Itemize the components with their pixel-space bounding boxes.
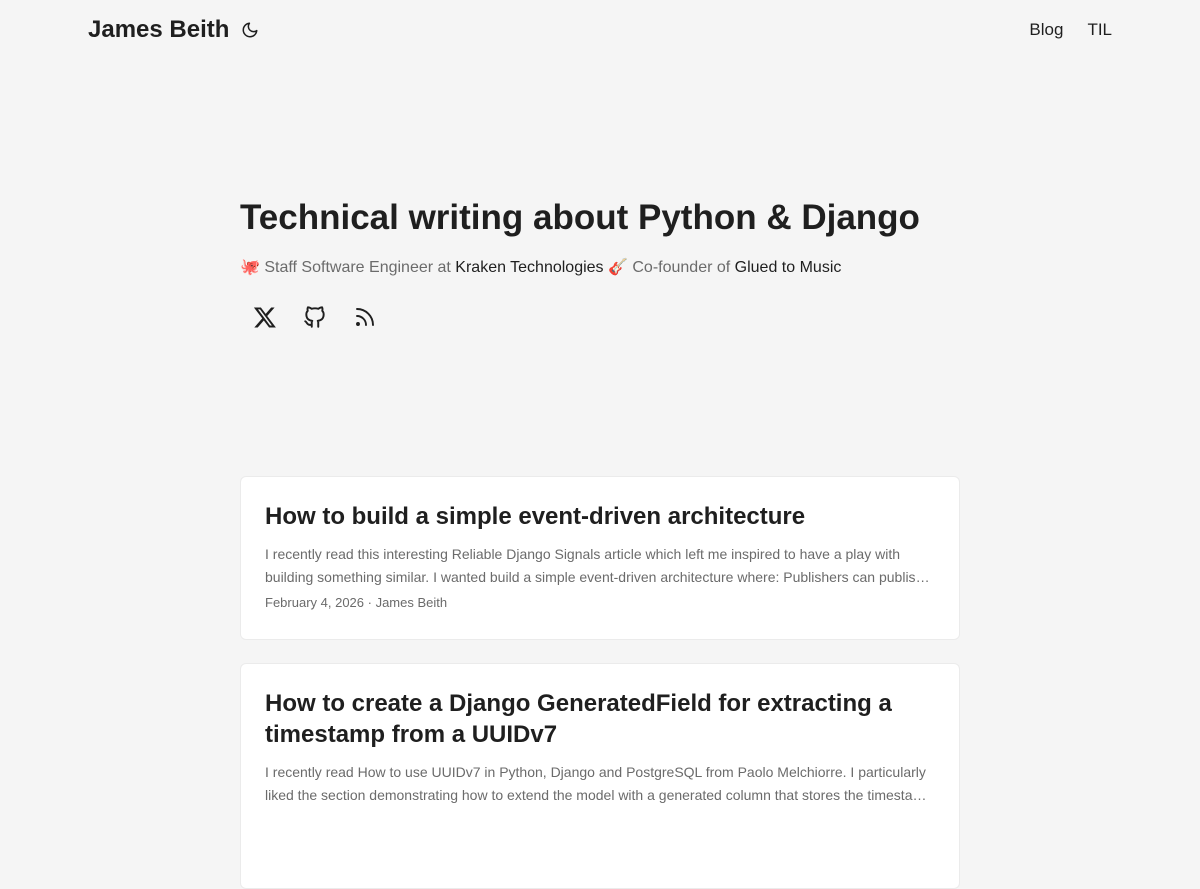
glued-to-music-link[interactable]: Glued to Music xyxy=(735,259,842,276)
post-meta: February 4, 2026 · James Beith xyxy=(265,594,935,612)
page-title: Technical writing about Python & Django xyxy=(240,198,920,237)
meta-separator: · xyxy=(364,595,376,610)
hero: Technical writing about Python & Django … xyxy=(240,196,960,279)
rss-icon[interactable] xyxy=(340,296,390,338)
nav-link-blog[interactable]: Blog xyxy=(1029,19,1063,41)
tagline: 🐙 Staff Software Engineer at Kraken Tech… xyxy=(240,257,960,279)
post-author: James Beith xyxy=(375,595,448,610)
main-nav: Blog TIL xyxy=(1029,19,1112,41)
post-card: How to create a Django GeneratedField fo… xyxy=(240,663,960,889)
tagline-role: Staff Software Engineer at xyxy=(259,259,456,276)
post-card: How to build a simple event-driven archi… xyxy=(240,476,960,640)
kraken-link[interactable]: Kraken Technologies xyxy=(455,259,603,276)
post-title-link[interactable]: How to build a simple event-driven archi… xyxy=(265,503,805,530)
post-title: How to build a simple event-driven archi… xyxy=(265,501,935,532)
social-links xyxy=(240,296,390,338)
post-excerpt: I recently read How to use UUIDv7 in Pyt… xyxy=(265,764,932,803)
tagline-cofounder: Co-founder of xyxy=(627,259,735,276)
post-excerpt: I recently read this interesting Reliabl… xyxy=(265,546,924,585)
post-date: February 4, 2026 xyxy=(265,595,365,610)
guitar-emoji: 🎸 xyxy=(603,259,628,276)
brand: James Beith xyxy=(88,15,261,45)
site-header: James Beith Blog TIL xyxy=(0,0,1200,60)
moon-icon[interactable] xyxy=(239,19,261,41)
post-title: How to create a Django GeneratedField fo… xyxy=(265,688,935,750)
post-title-link[interactable]: How to create a Django GeneratedField fo… xyxy=(265,690,892,748)
nav-link-til[interactable]: TIL xyxy=(1087,19,1112,41)
octopus-emoji: 🐙 xyxy=(240,259,260,276)
site-title-link[interactable]: James Beith xyxy=(88,15,229,45)
x-icon[interactable] xyxy=(240,296,290,338)
github-icon[interactable] xyxy=(290,296,340,338)
